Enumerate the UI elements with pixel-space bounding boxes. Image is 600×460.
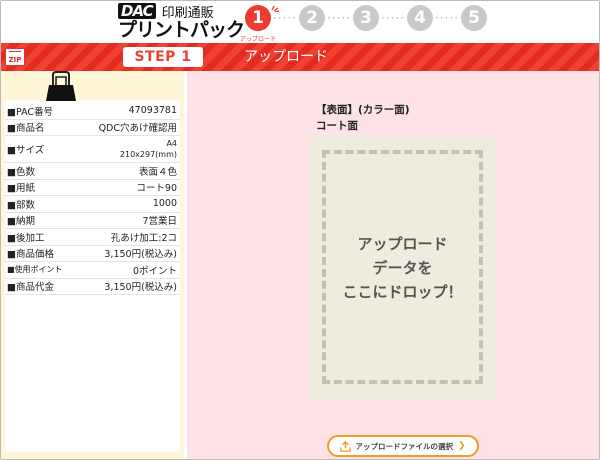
info-row-delivery: ■納期 7営業日 [5, 213, 180, 229]
step-separator: ····· [326, 11, 352, 25]
face-subtitle: コート面 [316, 120, 358, 132]
info-row-product-price: ■商品価格 3,150円(税込み) [5, 246, 180, 262]
info-row-product-name: ■商品名 QDC穴あけ確認用 [5, 120, 180, 136]
info-row-size: ■サイズ A4 210x297(mm) [5, 136, 180, 163]
order-info-table: ■PAC番号 47093781 ■商品名 QDC穴あけ確認用 ■サイズ A4 2… [5, 103, 180, 295]
logo-mark: DAC [118, 3, 156, 19]
binder-clip-icon [46, 71, 76, 101]
step-5-circle: 5 [461, 5, 487, 31]
order-info-card: ■PAC番号 47093781 ■商品名 QDC穴あけ確認用 ■サイズ A4 2… [5, 100, 180, 452]
logo-main-text: プリントパック [118, 19, 245, 41]
zip-label: ZIP [8, 56, 22, 64]
size-dimensions: 210x297(mm) [119, 150, 177, 159]
step-badge: STEP 1 [123, 47, 203, 67]
chevron-right-icon: ❯ [457, 441, 466, 451]
order-info-panel: ■PAC番号 47093781 ■商品名 QDC穴あけ確認用 ■サイズ A4 2… [1, 71, 184, 459]
zip-icon[interactable]: ZIP [5, 48, 25, 66]
step-bar-title: アップロード [244, 49, 328, 65]
step-3-circle: 3 [353, 5, 379, 31]
info-row-points-used: ■使用ポイント 0ポイント [5, 262, 180, 279]
upload-icon [340, 440, 352, 452]
logo-subtitle: 印刷通販 [161, 5, 214, 21]
select-file-label: アップロードファイルの選択 [355, 441, 453, 451]
step-separator: ····· [434, 11, 460, 25]
step-1: 1 アップロード [240, 2, 280, 43]
step-bar: ZIP STEP 1 アップロード [1, 43, 599, 71]
face-title: 【表面】(カラー面) [316, 104, 410, 116]
step-separator: ····· [272, 11, 298, 25]
step-separator: ····· [380, 11, 406, 25]
step-1-caption: アップロード [239, 36, 276, 43]
size-format: A4 [166, 139, 177, 148]
info-row-quantity: ■部数 1000 [5, 196, 180, 213]
drop-zone[interactable]: アップロード データを ここにドロップ！ [309, 136, 496, 401]
info-row-total: ■商品代金 3,150円(税込み) [5, 279, 180, 295]
info-row-pac-number: ■PAC番号 47093781 [5, 103, 180, 120]
step-4-circle: 4 [407, 5, 433, 31]
upload-area: 【表面】(カラー面) コート面 アップロード データを ここにドロップ！ アップ… [187, 71, 599, 459]
select-file-button[interactable]: アップロードファイルの選択 ❯ [327, 435, 479, 457]
step-1-circle: 1 [245, 5, 271, 31]
step-indicator: 1 アップロード ····· 2 ····· 3 ····· 4 ····· 5 [240, 2, 487, 43]
step-2-circle: 2 [299, 5, 325, 31]
info-row-paper: ■用紙 コート90 [5, 180, 180, 196]
info-row-post-processing: ■後加工 孔あけ加工:2コ [5, 229, 180, 246]
drop-zone-text: アップロード データを ここにドロップ！ [342, 235, 463, 301]
info-row-colors: ■色数 表面４色 [5, 163, 180, 180]
